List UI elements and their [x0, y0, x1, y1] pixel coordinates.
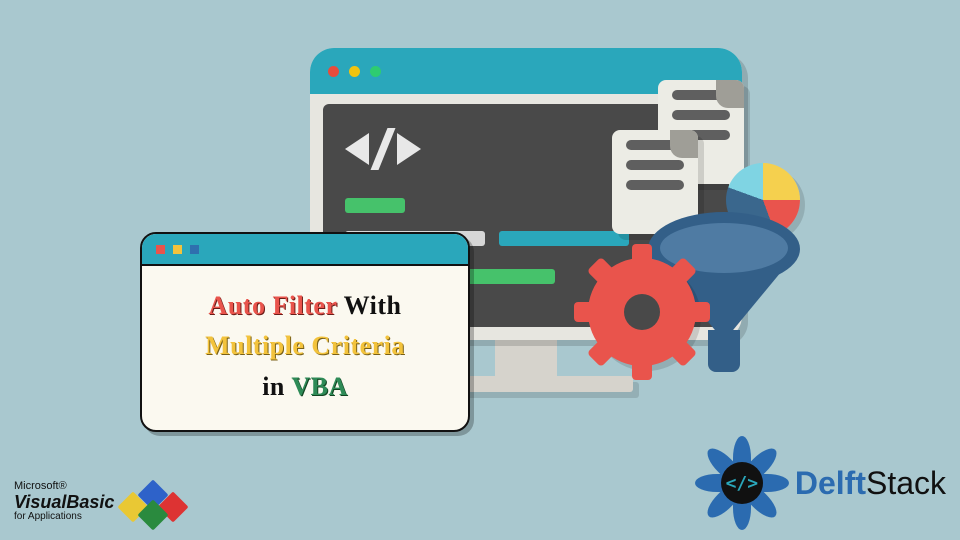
- vba-product: VisualBasic: [14, 493, 114, 512]
- delftstack-logo: </> DelftStack: [699, 440, 946, 526]
- window-square-red: [156, 245, 165, 254]
- delftstack-core: </>: [721, 462, 763, 504]
- monitor-stand: [495, 340, 557, 376]
- visual-basic-text: Microsoft® VisualBasic for Applications: [14, 481, 114, 523]
- title-card-bar: [142, 234, 468, 266]
- vba-cubes-icon: [122, 476, 190, 528]
- visual-basic-logo: Microsoft® VisualBasic for Applications: [14, 476, 190, 528]
- window-dot-yellow: [349, 66, 360, 77]
- vba-vendor: Microsoft®: [14, 480, 67, 492]
- window-square-yellow: [173, 245, 182, 254]
- title-card: Auto Filter With Multiple Criteria in VB…: [140, 232, 470, 432]
- title-word-in: in: [262, 372, 285, 401]
- title-word-multiple-criteria: Multiple Criteria: [205, 331, 405, 360]
- title-word-auto-filter: Auto Filter: [209, 291, 338, 320]
- delftstack-name: DelftStack: [795, 465, 946, 502]
- gear-icon: [588, 258, 696, 366]
- title-word-with: With: [344, 291, 402, 320]
- title-text: Auto Filter With Multiple Criteria in VB…: [142, 266, 468, 427]
- vba-subtitle: for Applications: [14, 511, 82, 522]
- window-square-blue: [190, 245, 199, 254]
- delftstack-name-blue: Delft: [795, 465, 866, 501]
- window-dot-green: [370, 66, 381, 77]
- code-line: [345, 198, 405, 213]
- title-word-vba: VBA: [291, 372, 347, 401]
- delftstack-name-rest: Stack: [866, 465, 946, 501]
- window-dot-red: [328, 66, 339, 77]
- delftstack-flower-icon: </>: [699, 440, 785, 526]
